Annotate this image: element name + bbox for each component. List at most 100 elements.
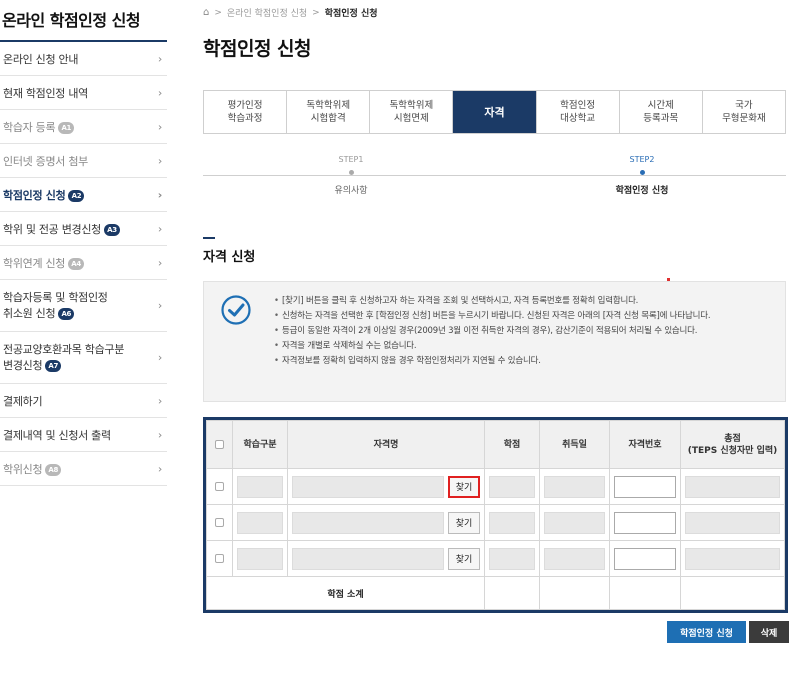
notice-item: 자격을 개별로 삭제하실 수는 없습니다. [274, 339, 775, 353]
qualification-table-wrapper: 학습구분 자격명 학점 취득일 자격번호 총점 (TEPS 신청자만 입력) 찾… [203, 417, 788, 613]
total-score-cell [680, 468, 785, 505]
step-dot [639, 170, 645, 175]
sidebar-item[interactable]: 결제하기 › [0, 384, 167, 418]
find-button[interactable]: 찾기 [448, 547, 480, 570]
tab[interactable]: 시간제 등록과목 [620, 91, 703, 133]
delete-button[interactable]: 삭제 [749, 621, 789, 643]
sidebar-item[interactable]: 학습자등록 및 학점인정 취소원 신청 A6 › [0, 280, 167, 332]
sidebar-item[interactable]: 전공교양호환과목 학습구분 변경신청 A7 › [0, 332, 167, 384]
home-icon[interactable]: ⌂ [203, 7, 209, 18]
subtotal-credit-cell [484, 576, 540, 610]
empty-cell [609, 576, 681, 610]
credit-cell [484, 468, 540, 505]
apply-credit-button[interactable]: 학점인정 신청 [667, 621, 746, 643]
sidebar-item-text: 학위연계 신청 [3, 256, 66, 270]
study-type-field [237, 547, 283, 570]
tab[interactable]: 학점인정 대상학교 [537, 91, 620, 133]
find-button[interactable]: 찾기 [448, 511, 480, 534]
tab[interactable]: 국가 무형문화재 [703, 91, 785, 133]
sidebar-item-label: 학위 및 전공 변경신청 A3 [3, 221, 120, 237]
qualification-name-field [292, 547, 444, 570]
sidebar-item[interactable]: 학위연계 신청 A4 › [0, 246, 167, 280]
sidebar-item-label: 학습자등록 및 학점인정 취소원 신청 A6 [3, 290, 108, 322]
sidebar-item-label: 인터넷 증명서 첨부 [3, 153, 88, 169]
acquired-date-field [544, 511, 605, 534]
breadcrumb-separator: > [312, 7, 320, 18]
sidebar-item-text: 인터넷 증명서 첨부 [3, 154, 88, 168]
acquired-date-cell [539, 468, 610, 505]
sidebar-item-label: 학위신청 A8 [3, 461, 62, 477]
sidebar-item[interactable]: 학습자 등록 A1 › [0, 110, 167, 144]
table-row: 찾기 [206, 504, 785, 541]
sidebar-item-text: 학점인정 신청 [3, 188, 66, 202]
row-checkbox[interactable] [215, 518, 224, 527]
sidebar-item[interactable]: 학위 및 전공 변경신청 A3 › [0, 212, 167, 246]
tab[interactable]: 독학학위제 시험면제 [370, 91, 454, 133]
sidebar-item[interactable]: 현재 학점인정 내역 › [0, 76, 167, 110]
subtotal-row: 학점 소계 [206, 576, 785, 610]
notice-item: 자격정보를 정확히 입력하지 않을 경우 학점인정처리가 지연될 수 있습니다. [274, 354, 775, 368]
acquired-date-field [544, 475, 605, 498]
qualification-table: 학습구분 자격명 학점 취득일 자격번호 총점 (TEPS 신청자만 입력) 찾… [206, 420, 785, 610]
chevron-right-icon: › [157, 52, 162, 65]
step-number: STEP1 [338, 155, 364, 164]
tab[interactable]: 자격 [453, 91, 537, 133]
checkbox-cell [206, 540, 233, 577]
step-badge: A1 [58, 121, 75, 134]
chevron-right-icon: › [157, 350, 162, 364]
study-type-cell [232, 468, 288, 505]
sidebar-item-text-line2: 변경신청 [3, 358, 43, 372]
table-header-row: 학습구분 자격명 학점 취득일 자격번호 총점 (TEPS 신청자만 입력) [206, 420, 785, 469]
license-number-input[interactable] [614, 547, 676, 570]
total-score-field [685, 475, 780, 498]
sidebar-item-text: 학위 및 전공 변경신청 [3, 222, 101, 236]
sidebar-item-text: 학습자등록 및 학점인정 [3, 290, 108, 304]
tab[interactable]: 평가인정 학습과정 [204, 91, 288, 133]
sidebar-item-label: 결제하기 [3, 393, 43, 409]
study-type-field [237, 511, 283, 534]
chevron-right-icon: › [157, 154, 162, 167]
notice-list: [찾기] 버튼을 클릭 후 신청하고자 하는 자격을 조회 및 선택하시고, 자… [274, 294, 775, 369]
breadcrumb-current: 학점인정 신청 [324, 9, 378, 19]
license-number-input[interactable] [614, 475, 676, 498]
chevron-right-icon: › [157, 222, 162, 235]
sidebar-item[interactable]: 학위신청 A8 › [0, 452, 167, 486]
sidebar-item[interactable]: 학점인정 신청 A2 › [0, 178, 167, 212]
sidebar-menu: 온라인 신청 안내 › 현재 학점인정 내역 › 학습자 등록 A1 › 인터넷 증명서 첨부… [0, 42, 167, 486]
qualification-name-cell: 찾기 [287, 504, 485, 541]
qualification-name-field [292, 475, 444, 498]
header-checkbox-cell [206, 420, 233, 469]
sidebar-item[interactable]: 온라인 신청 안내 › [0, 42, 167, 76]
tab[interactable]: 독학학위제 시험합격 [287, 91, 371, 133]
sidebar-item-text: 전공교양호환과목 학습구분 [3, 342, 125, 356]
subtotal-label: 학점 소계 [206, 576, 485, 610]
chevron-right-icon: › [157, 188, 163, 201]
step-badge: A2 [68, 189, 85, 202]
total-score-field [685, 547, 780, 570]
column-header: 총점 (TEPS 신청자만 입력) [680, 420, 785, 469]
sidebar: 온라인 학점인정 신청 온라인 신청 안내 › 현재 학점인정 내역 › 학습자 등록 A… [0, 0, 167, 486]
sidebar-item-label: 학점인정 신청 A2 [3, 187, 85, 203]
chevron-right-icon: › [157, 394, 162, 407]
sidebar-item[interactable]: 결제내역 및 신청서 출력 › [0, 418, 167, 452]
page-title: 학점인정 신청 [203, 38, 312, 60]
column-header: 취득일 [539, 420, 610, 469]
select-all-checkbox[interactable] [215, 440, 224, 449]
notice-box: [찾기] 버튼을 클릭 후 신청하고자 하는 자격을 조회 및 선택하시고, 자… [203, 281, 786, 402]
step-badge: A3 [103, 223, 120, 236]
row-checkbox[interactable] [215, 554, 224, 563]
license-number-cell [609, 540, 681, 577]
sidebar-item[interactable]: 인터넷 증명서 첨부 › [0, 144, 167, 178]
step-label: 유의사항 [334, 186, 368, 196]
section-accent-bar [203, 237, 215, 239]
find-button[interactable]: 찾기 [448, 475, 480, 498]
sidebar-title: 온라인 학점인정 신청 [0, 0, 167, 42]
sidebar-item-label: 온라인 신청 안내 [3, 51, 78, 67]
acquired-date-cell [539, 504, 610, 541]
row-checkbox[interactable] [215, 482, 224, 491]
breadcrumb-separator: > [214, 7, 222, 18]
breadcrumb-item[interactable]: 온라인 학점인정 신청 [227, 6, 307, 19]
credit-field [489, 475, 535, 498]
license-number-input[interactable] [614, 511, 676, 534]
step-number: STEP2 [629, 155, 655, 164]
